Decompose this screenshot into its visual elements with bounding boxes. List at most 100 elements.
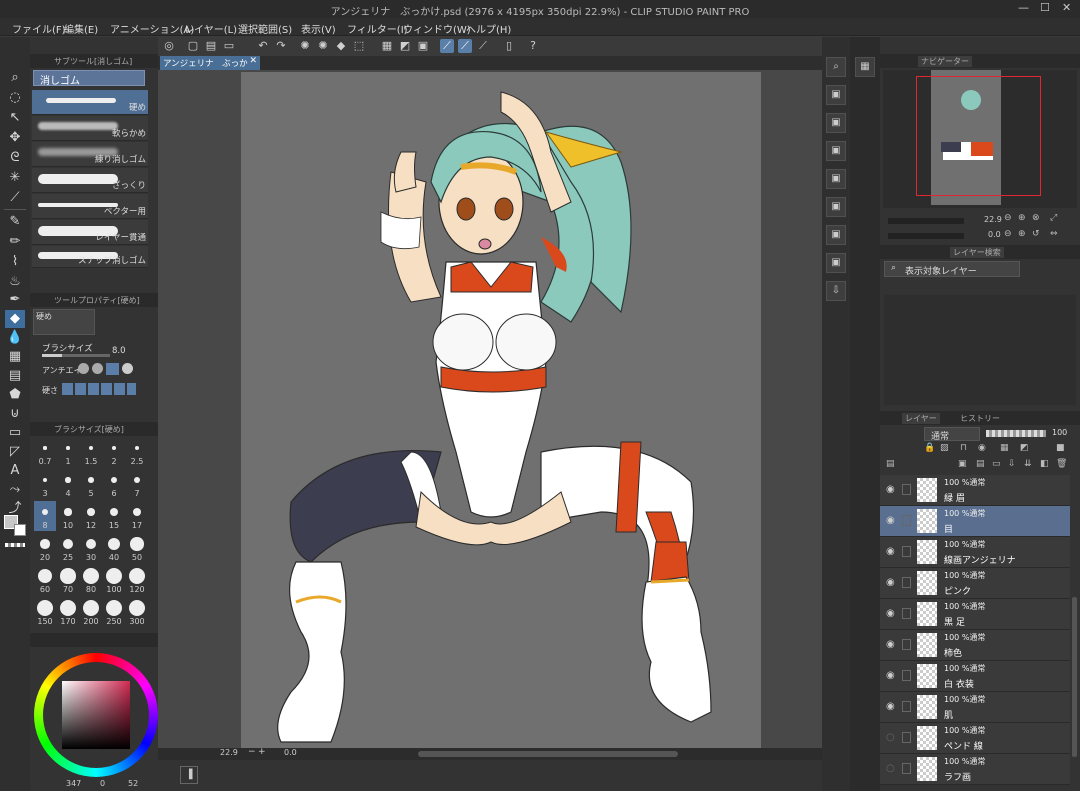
navigator-rotate-slider[interactable]	[888, 233, 964, 239]
visibility-eye-icon[interactable]: ◉	[886, 608, 895, 619]
brush-size-option[interactable]: 8	[34, 501, 56, 531]
menu-selection[interactable]: 選択範囲(S)	[238, 21, 292, 36]
maximize-button[interactable]: ☐	[1040, 1, 1050, 14]
canvas-tab[interactable]: アンジェリナ ぶっかけ.psd ✕	[160, 56, 260, 81]
delete-layer-icon[interactable]: 🗑	[1056, 459, 1067, 469]
invert-icon[interactable]: ◩	[398, 39, 412, 53]
lock-alpha-icon[interactable]: ▨	[940, 443, 949, 453]
brush-size-option[interactable]: 7	[126, 469, 148, 499]
menu-edit[interactable]: 編集(E)	[64, 21, 98, 36]
brush-size-slider[interactable]	[42, 354, 110, 357]
navigator-rotation-value[interactable]: 0.0	[988, 230, 1001, 239]
navigator-zoom-slider[interactable]	[888, 218, 964, 224]
save-icon[interactable]: ▭	[222, 39, 236, 53]
lock-icon[interactable]: 🔒	[924, 443, 935, 453]
menu-window[interactable]: ウィンドウ(W)	[403, 21, 471, 36]
pencil-icon[interactable]: ✏	[5, 233, 25, 251]
smartphone-icon[interactable]: ▯	[502, 39, 516, 53]
brush-size-option[interactable]: 17	[126, 501, 148, 531]
material-folder-icon-7[interactable]: ▣	[826, 253, 846, 273]
visibility-off-icon[interactable]: ○	[886, 732, 895, 743]
brush-size-option[interactable]: 25	[57, 533, 79, 563]
redo-icon[interactable]: ↷	[274, 39, 288, 53]
material-download-icon[interactable]: ⇩	[826, 281, 846, 301]
ruler-draw-icon[interactable]: ◸	[5, 443, 25, 461]
search-material-icon[interactable]: ⌕	[826, 57, 846, 77]
brush-size-option[interactable]: 200	[80, 597, 102, 627]
new-folder-icon[interactable]: ▭	[992, 459, 1001, 469]
flip-icon[interactable]: ⇔	[1050, 229, 1058, 239]
visibility-eye-icon[interactable]: ◉	[886, 577, 895, 588]
frame-icon[interactable]: ▭	[5, 424, 25, 442]
brush-size-option[interactable]: 4	[57, 469, 79, 499]
material-folder-icon-6[interactable]: ▣	[826, 225, 846, 245]
navigator-zoom-value[interactable]: 22.9	[984, 215, 1002, 224]
layer-row[interactable]: ◉ 100 %通常緑 眉	[880, 475, 1070, 506]
material-folder-icon-2[interactable]: ▣	[826, 113, 846, 133]
layer-select-checkbox[interactable]	[902, 763, 911, 774]
material-folder-icon-1[interactable]: ▣	[826, 85, 846, 105]
layer-row[interactable]: ○ 100 %通常 ラフ画	[880, 754, 1070, 785]
blend-mode-select[interactable]: 通常	[924, 427, 980, 442]
brush-item-soft[interactable]: 軟らかめ	[32, 116, 148, 141]
antialias-options[interactable]	[78, 363, 138, 375]
show-border-icon[interactable]: ▣	[416, 39, 430, 53]
layer-select-checkbox[interactable]	[902, 546, 911, 557]
fill-selection-icon[interactable]: ◆	[334, 39, 348, 53]
eyedropper-icon[interactable]: ⟋	[5, 189, 25, 207]
layer-scrollbar[interactable]	[1072, 597, 1077, 757]
material-folder-icon-4[interactable]: ▣	[826, 169, 846, 189]
pen-icon[interactable]: ✎	[5, 213, 25, 231]
horizontal-scrollbar[interactable]	[418, 751, 678, 757]
document-canvas[interactable]	[241, 72, 761, 748]
brush-icon[interactable]: ⌇	[5, 253, 25, 271]
color-layer-icon[interactable]: ◩	[1020, 443, 1029, 453]
clip-icon[interactable]: ⊓	[960, 443, 967, 453]
new-file-icon[interactable]: ▢	[186, 39, 200, 53]
brush-size-option[interactable]: 20	[34, 533, 56, 563]
zoom-value[interactable]: 22.9	[220, 748, 238, 757]
merge-icon[interactable]: ⇊	[1024, 459, 1032, 469]
brush-size-option[interactable]: 12	[80, 501, 102, 531]
layer-select-checkbox[interactable]	[902, 670, 911, 681]
brush-item-hard[interactable]: 硬め	[32, 90, 148, 115]
rotate-reset-icon[interactable]: ↺	[1032, 229, 1040, 239]
nav-zoom-in-icon[interactable]: ⊕	[1018, 213, 1026, 223]
brush-size-option[interactable]: 1.5	[80, 437, 102, 467]
visibility-eye-icon[interactable]: ◉	[886, 515, 895, 526]
zoom-icon[interactable]: ⌕	[5, 69, 25, 87]
brush-item-vector[interactable]: ベクター用	[32, 194, 148, 219]
subtool-group-tab[interactable]: 消しゴム	[33, 70, 145, 87]
lasso-icon[interactable]: ᘓ	[5, 149, 25, 167]
brush-size-option[interactable]: 80	[80, 565, 102, 595]
layer-row[interactable]: ◉ 100 %通常黒 足	[880, 599, 1070, 630]
brush-size-option[interactable]: 50	[126, 533, 148, 563]
undo-icon[interactable]: ↶	[256, 39, 270, 53]
clear-outside-icon[interactable]: ✺	[316, 39, 330, 53]
menu-view[interactable]: 表示(V)	[301, 21, 336, 36]
ruler-icon[interactable]: ⊍	[5, 405, 25, 423]
color-square[interactable]	[62, 681, 130, 749]
panel-toggle-icon[interactable]: ▐	[180, 766, 198, 784]
nav-fit-icon[interactable]: ⤢	[1050, 213, 1057, 223]
snap-grid-icon[interactable]: ⟋	[476, 39, 490, 53]
zoom-in-icon[interactable]: +	[258, 747, 266, 757]
balloon-icon[interactable]: ⤳	[5, 481, 25, 499]
visibility-off-icon[interactable]: ○	[886, 763, 895, 774]
brush-size-option[interactable]: 250	[103, 597, 125, 627]
layer-select-checkbox[interactable]	[902, 484, 911, 495]
brush-size-option[interactable]: 100	[103, 565, 125, 595]
brush-size-option[interactable]: 40	[103, 533, 125, 563]
brush-size-option[interactable]: 1	[57, 437, 79, 467]
brush-size-option[interactable]: 70	[57, 565, 79, 595]
layer-row[interactable]: ◉ 100 %通常目	[880, 506, 1070, 537]
tab-close-icon[interactable]: ✕	[249, 56, 257, 66]
layer-select-checkbox[interactable]	[902, 577, 911, 588]
layer-row[interactable]: ◉ 100 %通常 柿色	[880, 630, 1070, 661]
layer-search-filter[interactable]: ⌕ 表示対象レイヤー	[884, 261, 1020, 277]
visibility-eye-icon[interactable]: ◉	[886, 670, 895, 681]
brush-size-option[interactable]: 2.5	[126, 437, 148, 467]
visibility-eye-icon[interactable]: ◉	[886, 484, 895, 495]
visibility-eye-icon[interactable]: ◉	[886, 639, 895, 650]
gradient-icon[interactable]: ▤	[5, 367, 25, 385]
